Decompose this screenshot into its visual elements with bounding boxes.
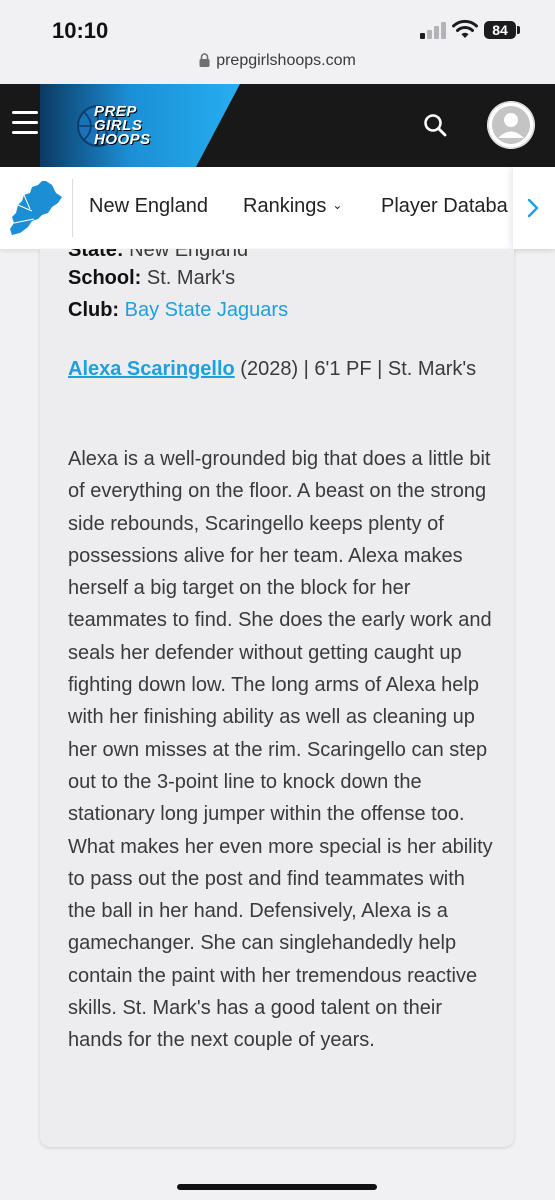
- hamburger-menu-button[interactable]: [12, 111, 38, 137]
- player-name-link[interactable]: Alexa Scaringello: [68, 358, 235, 380]
- search-icon[interactable]: [422, 112, 448, 138]
- status-bar: 10:10 84 prepgirlshoops.com: [0, 0, 555, 84]
- battery-level: 84: [484, 21, 516, 39]
- club-label: Club:: [68, 299, 120, 321]
- cellular-signal-icon: [420, 21, 446, 39]
- player-details: (2028) | 6'1 PF | St. Mark's: [234, 358, 477, 380]
- nav-divider: [72, 179, 73, 237]
- nav-item-rankings-label: Rankings: [243, 195, 327, 217]
- school-value: St. Mark's: [146, 267, 236, 289]
- lock-icon: [199, 53, 210, 67]
- state-line: State: New England: [68, 249, 248, 262]
- wifi-icon: [452, 19, 478, 38]
- nav-item-rankings[interactable]: Rankings ⌄: [243, 195, 342, 218]
- site-nav: New England Rankings ⌄ Player Databa: [0, 167, 555, 250]
- status-time: 10:10: [52, 18, 109, 43]
- state-value: New England: [129, 249, 249, 261]
- club-line: Club: Bay State Jaguars: [68, 299, 288, 322]
- state-label: State:: [68, 249, 124, 261]
- nav-scroll-right-button[interactable]: [513, 167, 555, 249]
- site-logo[interactable]: PREP GIRLS HOOPS: [76, 98, 176, 154]
- logo-text: PREP GIRLS HOOPS: [94, 103, 151, 148]
- player-heading: Alexa Scaringello (2028) | 6'1 PF | St. …: [68, 353, 488, 385]
- chevron-down-icon: ⌄: [332, 198, 343, 212]
- nav-item-new-england[interactable]: New England: [89, 195, 208, 218]
- url-text: prepgirlshoops.com: [216, 52, 356, 69]
- club-link[interactable]: Bay State Jaguars: [125, 299, 288, 321]
- address-bar[interactable]: prepgirlshoops.com: [0, 52, 555, 70]
- player-bio: Alexa is a well-grounded big that does a…: [68, 448, 493, 1052]
- chevron-right-icon: [527, 198, 539, 218]
- school-line: School: St. Mark's: [68, 267, 235, 290]
- nav-item-player-database[interactable]: Player Databa: [381, 195, 516, 218]
- new-england-map-icon[interactable]: [8, 179, 64, 237]
- site-header: PREP GIRLS HOOPS: [0, 84, 555, 167]
- article-card: State: New England School: St. Mark's Cl…: [40, 249, 514, 1147]
- home-indicator: [177, 1184, 377, 1190]
- school-label: School:: [68, 267, 142, 289]
- battery-tip: [517, 26, 520, 34]
- user-avatar-icon[interactable]: [487, 101, 535, 149]
